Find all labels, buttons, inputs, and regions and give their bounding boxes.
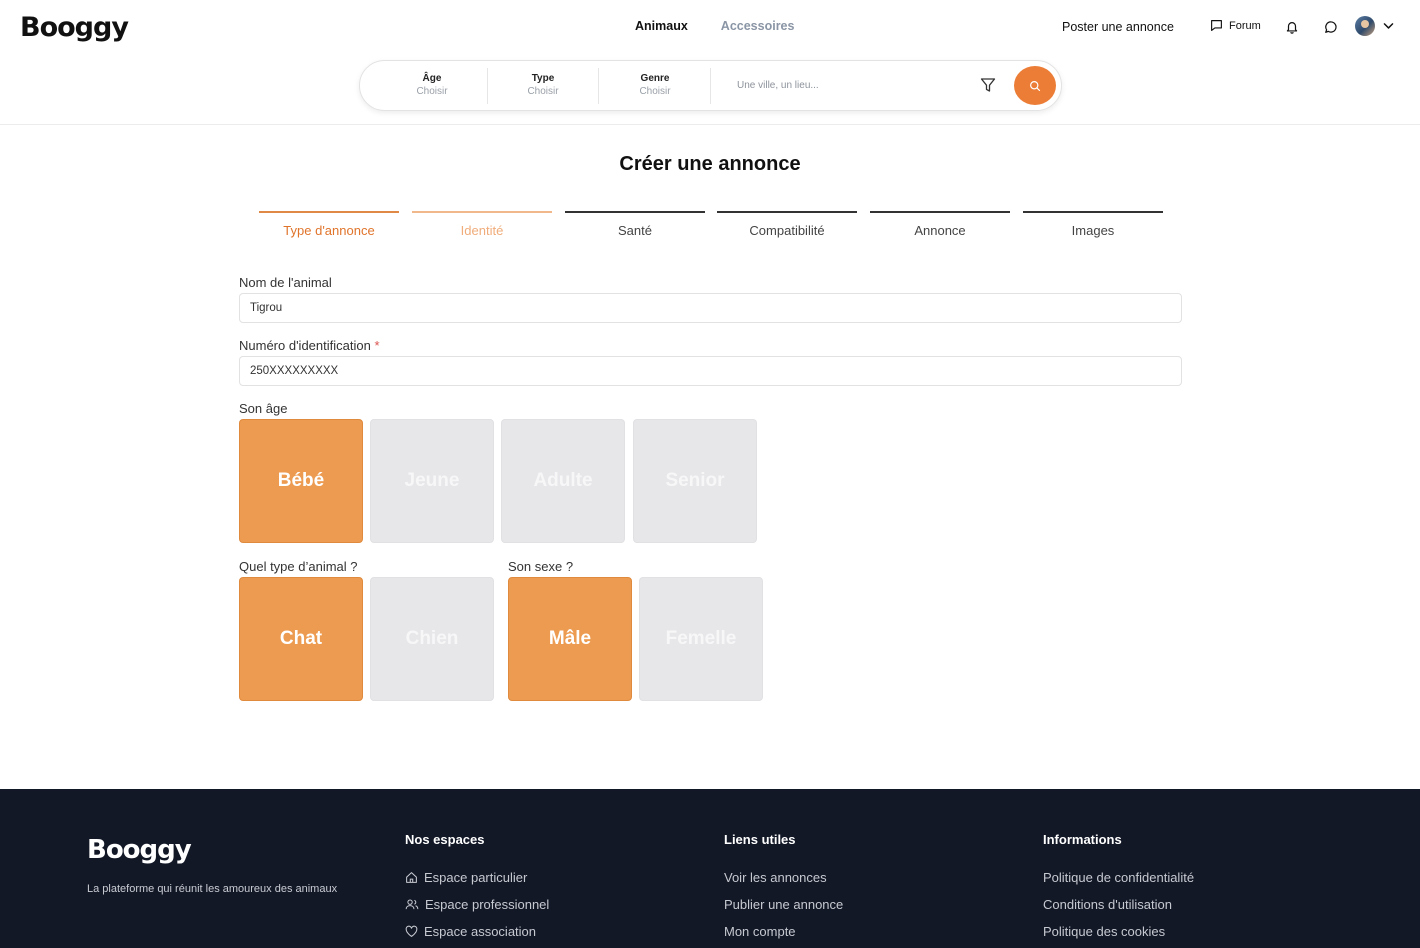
- type-option-chien[interactable]: Chien: [370, 577, 494, 701]
- footer-link-association[interactable]: Espace association: [405, 918, 549, 945]
- id-number-label: Numéro d'identification: [239, 338, 371, 353]
- step-bar: [870, 211, 1010, 213]
- footer-col-title: Liens utiles: [724, 832, 796, 847]
- footer-link-compte[interactable]: Mon compte: [724, 918, 843, 945]
- user-nav: Poster une annonce Forum: [1062, 14, 1394, 40]
- search-bar: Âge Choisir Type Choisir Genre Choisir U…: [359, 60, 1062, 111]
- step-annonce[interactable]: Annonce: [870, 211, 1010, 238]
- search-icon: [1030, 80, 1041, 91]
- page: Booggy Animaux Accessoires Poster une an…: [0, 0, 1420, 948]
- age-filter-value: Choisir: [416, 86, 448, 97]
- main-nav: Animaux Accessoires: [635, 19, 794, 33]
- divider: [710, 68, 711, 104]
- animal-name-input[interactable]: Tigrou: [239, 293, 1182, 323]
- messages-button[interactable]: [1322, 18, 1340, 36]
- genre-filter-label: Genre: [640, 73, 670, 84]
- footer-col-title: Informations: [1043, 832, 1122, 847]
- age-filter[interactable]: Âge Choisir: [382, 67, 482, 105]
- footer-link-label: Espace association: [424, 924, 537, 939]
- notifications-button[interactable]: [1283, 18, 1301, 36]
- required-marker: *: [374, 338, 380, 353]
- step-sante[interactable]: Santé: [565, 211, 705, 238]
- footer-link-confidentialite[interactable]: Politique de confidentialité: [1043, 864, 1194, 891]
- age-filter-label: Âge: [422, 73, 442, 84]
- sex-label: Son sexe ?: [508, 559, 574, 574]
- footer-link-voir-annonces[interactable]: Voir les annonces: [724, 864, 843, 891]
- footer-logo[interactable]: Booggy: [87, 835, 192, 865]
- forum-link[interactable]: Forum: [1210, 19, 1261, 32]
- sex-option-femelle[interactable]: Femelle: [639, 577, 763, 701]
- step-label: Identité: [460, 223, 504, 238]
- footer-link-conditions[interactable]: Conditions d'utilisation: [1043, 891, 1194, 918]
- chevron-down-icon: [1383, 23, 1394, 29]
- step-images[interactable]: Images: [1023, 211, 1163, 238]
- step-identite[interactable]: Identité: [412, 211, 552, 238]
- step-label: Santé: [618, 223, 652, 238]
- type-filter-label: Type: [531, 73, 555, 84]
- step-label: Type d'annonce: [283, 223, 375, 238]
- logo[interactable]: Booggy: [20, 12, 129, 43]
- age-option-adulte[interactable]: Adulte: [501, 419, 625, 543]
- footer-col-informations: Informations Politique de confidentialit…: [1043, 832, 1194, 945]
- forum-label: Forum: [1229, 19, 1261, 32]
- search-button[interactable]: [1014, 66, 1056, 105]
- footer-link-cookies[interactable]: Politique des cookies: [1043, 918, 1194, 945]
- footer-link-label: Espace professionnel: [425, 897, 550, 912]
- chat-bubble-icon: [1211, 20, 1222, 31]
- footer: Booggy La plateforme qui réunit les amou…: [0, 789, 1420, 948]
- step-bar: [717, 211, 857, 213]
- step-bar: [412, 211, 552, 213]
- type-filter-value: Choisir: [527, 86, 559, 97]
- sex-option-male[interactable]: Mâle: [508, 577, 632, 701]
- footer-link-professionnel[interactable]: Espace professionnel: [405, 891, 549, 918]
- heart-icon: [405, 925, 418, 937]
- age-option-senior[interactable]: Senior: [633, 419, 757, 543]
- id-number-label-row: Numéro d'identification *: [239, 338, 380, 353]
- footer-link-label: Espace particulier: [424, 870, 528, 885]
- step-label: Images: [1071, 223, 1115, 238]
- filter-icon: [980, 78, 996, 92]
- divider: [598, 68, 599, 104]
- account-menu-toggle[interactable]: [1382, 19, 1395, 37]
- users-icon: [405, 899, 419, 910]
- filter-button[interactable]: [980, 77, 996, 98]
- step-bar: [1023, 211, 1163, 213]
- bell-icon: [1286, 22, 1298, 34]
- animal-name-label: Nom de l'animal: [239, 275, 332, 290]
- page-title: Créer une annonce: [619, 153, 801, 175]
- genre-filter-value: Choisir: [639, 86, 671, 97]
- genre-filter[interactable]: Genre Choisir: [605, 67, 705, 105]
- step-type-annonce[interactable]: Type d'annonce: [259, 211, 399, 238]
- age-option-jeune[interactable]: Jeune: [370, 419, 494, 543]
- id-number-input[interactable]: 250XXXXXXXXX: [239, 356, 1182, 386]
- footer-tagline: La plateforme qui réunit les amoureux de…: [87, 883, 338, 895]
- step-bar: [259, 211, 399, 213]
- nav-animaux[interactable]: Animaux: [635, 19, 688, 33]
- type-filter[interactable]: Type Choisir: [493, 67, 593, 105]
- home-icon: [406, 872, 417, 883]
- step-bar: [565, 211, 705, 213]
- header: Booggy Animaux Accessoires Poster une an…: [0, 0, 1420, 125]
- post-ad-link[interactable]: Poster une annonce: [1062, 20, 1174, 34]
- type-option-chat[interactable]: Chat: [239, 577, 363, 701]
- divider: [487, 68, 488, 104]
- age-label: Son âge: [239, 401, 288, 416]
- footer-col-espaces: Nos espaces Espace particulier Espace pr…: [405, 832, 549, 945]
- message-icon: [1325, 21, 1337, 33]
- footer-link-particulier[interactable]: Espace particulier: [405, 864, 549, 891]
- avatar[interactable]: [1355, 16, 1375, 36]
- footer-link-publier[interactable]: Publier une annonce: [724, 891, 843, 918]
- step-label: Compatibilité: [749, 223, 825, 238]
- nav-accessoires[interactable]: Accessoires: [721, 19, 795, 33]
- animal-type-label: Quel type d’animal ?: [239, 559, 358, 574]
- step-compatibilite[interactable]: Compatibilité: [717, 211, 857, 238]
- footer-col-liens: Liens utiles Voir les annonces Publier u…: [724, 832, 843, 945]
- location-input[interactable]: Une ville, un lieu...: [737, 80, 819, 91]
- footer-col-title: Nos espaces: [405, 832, 485, 847]
- step-label: Annonce: [914, 223, 966, 238]
- age-option-bebe[interactable]: Bébé: [239, 419, 363, 543]
